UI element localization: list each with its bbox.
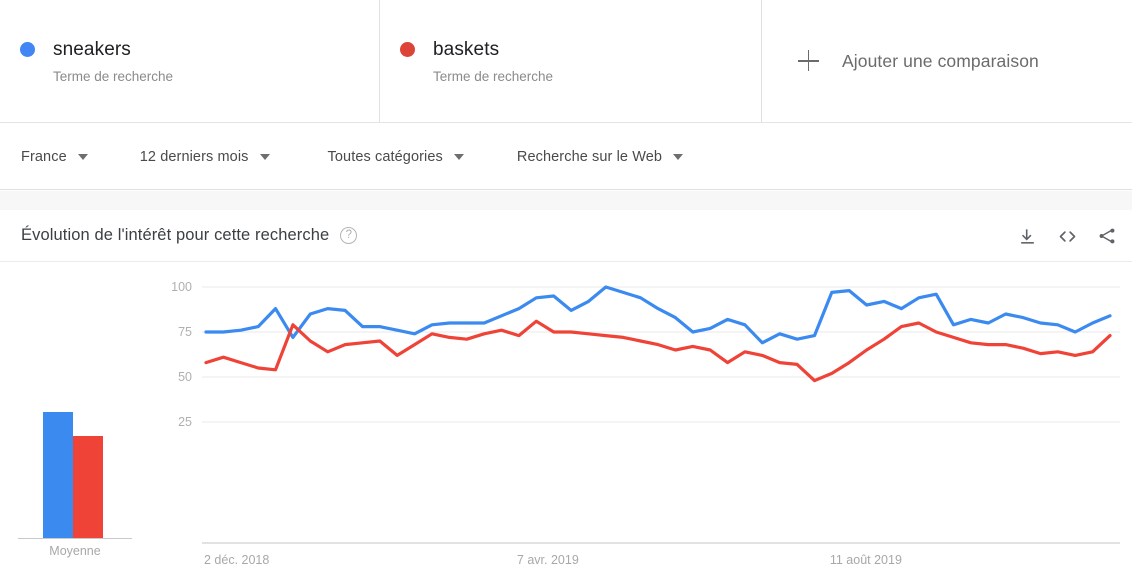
share-icon[interactable] xyxy=(1095,224,1119,248)
card-actions xyxy=(1015,210,1119,262)
search-terms-header: sneakers Terme de recherche baskets Term… xyxy=(0,0,1132,123)
filter-time-range[interactable]: 12 derniers mois xyxy=(140,149,270,165)
google-trends-page: sneakers Terme de recherche baskets Term… xyxy=(0,0,1132,573)
filter-geo-label: France xyxy=(21,148,67,165)
chevron-down-icon xyxy=(259,153,270,160)
x-axis-labels: 2 déc. 2018 7 avr. 2019 11 août 2019 xyxy=(160,262,1120,573)
average-bar-baskets[interactable] xyxy=(73,435,103,538)
average-baseline xyxy=(18,538,132,539)
filter-search-type[interactable]: Recherche sur le Web xyxy=(516,148,684,165)
search-term-card-0[interactable]: sneakers Terme de recherche xyxy=(0,0,380,122)
add-comparison-button[interactable]: Ajouter une comparaison xyxy=(762,0,1132,122)
average-bar-sneakers[interactable] xyxy=(43,412,73,538)
embed-code-icon[interactable] xyxy=(1055,224,1079,248)
filters-bar: France 12 derniers mois Toutes catégorie… xyxy=(0,124,1132,190)
x-axis-tick-label: 2 déc. 2018 xyxy=(204,553,270,567)
search-term-name: sneakers xyxy=(53,39,131,60)
search-term-subtitle: Terme de recherche xyxy=(53,69,174,84)
filter-category[interactable]: Toutes catégories xyxy=(328,149,464,165)
search-term-name: baskets xyxy=(433,39,500,60)
average-label: Moyenne xyxy=(49,544,101,558)
plus-icon xyxy=(798,50,820,72)
chevron-down-icon xyxy=(77,153,88,160)
search-term-subtitle: Terme de recherche xyxy=(433,69,554,84)
filter-category-label: Toutes catégories xyxy=(327,148,443,165)
term-color-dot xyxy=(20,42,35,57)
x-axis-tick-label: 11 août 2019 xyxy=(829,553,902,567)
chevron-down-icon xyxy=(453,153,464,160)
chart-area: Moyenne 100 75 50 25 2 déc. 2018 7 avr. 2019… xyxy=(0,262,1132,573)
interest-over-time-line-chart: 100 75 50 25 2 déc. 2018 7 avr. 2019 11 août … xyxy=(160,262,1120,573)
filter-search-type-label: Recherche sur le Web xyxy=(516,148,663,165)
page-title: Évolution de l'intérêt pour cette recher… xyxy=(21,226,330,244)
card-header: Évolution de l'intérêt pour cette recher… xyxy=(0,210,1132,262)
x-axis-tick-label: 7 avr. 2019 xyxy=(516,553,579,567)
interest-over-time-card: Évolution de l'intérêt pour cette recher… xyxy=(0,210,1132,573)
add-comparison-label: Ajouter une comparaison xyxy=(842,50,1039,71)
search-term-card-1[interactable]: baskets Terme de recherche xyxy=(380,0,762,122)
help-icon[interactable]: ? xyxy=(340,227,358,244)
filter-geo[interactable]: France xyxy=(21,149,88,165)
chevron-down-icon xyxy=(673,153,684,160)
average-bar-chart: Moyenne xyxy=(18,384,132,573)
average-bars-plot xyxy=(18,384,132,539)
term-color-dot xyxy=(400,42,415,57)
filter-time-range-label: 12 derniers mois xyxy=(139,148,249,165)
download-icon[interactable] xyxy=(1015,224,1039,248)
section-separator xyxy=(0,191,1132,210)
